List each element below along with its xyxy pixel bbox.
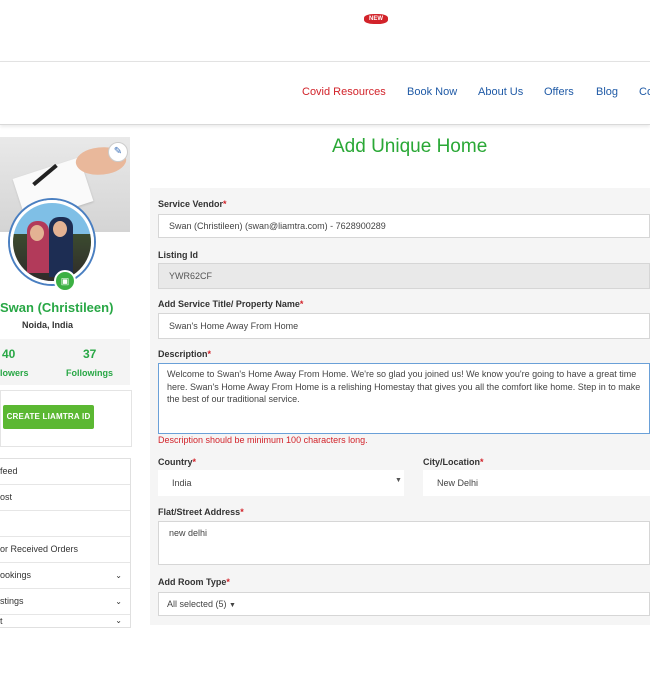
city-label: City/Location* [423,457,484,467]
sidebar-item-label: ost [0,492,13,502]
chevron-down-icon: ⌄ [115,597,122,606]
edit-icon[interactable]: ✎ [108,142,128,162]
new-badge: NEW [364,14,388,24]
chevron-down-icon: ▼ [395,477,402,484]
chevron-down-icon: ⌄ [115,616,122,625]
nav-offers[interactable]: Offers [544,86,574,98]
sidebar-item-received-orders[interactable]: or Received Orders [0,537,130,563]
listing-id-field: YWR62CF [158,263,650,289]
room-type-value: All selected (5) [167,599,227,609]
sidebar-item-label: feed [0,466,18,476]
sidebar-item-blank[interactable] [0,511,130,537]
nav-covid-resources[interactable]: Covid Resources [302,86,386,98]
followers-label[interactable]: lowers [0,368,29,378]
nav-book-now[interactable]: Book Now [407,86,457,98]
sidebar-item-label: stings [0,596,24,606]
nav-contact[interactable]: Co [639,86,650,98]
sidebar-item-feed[interactable]: feed [0,459,130,485]
sidebar-item-bookings[interactable]: ookings ⌄ [0,563,130,589]
profile-stats: 40 lowers 37 Followings [0,339,130,385]
city-input[interactable]: New Delhi [423,470,650,496]
chevron-down-icon: ⌄ [115,571,122,580]
sidebar-item-listings[interactable]: stings ⌄ [0,589,130,615]
service-title-input[interactable]: Swan's Home Away From Home [158,313,650,339]
country-label: Country* [158,457,197,467]
room-type-label: Add Room Type* [158,577,230,587]
followings-label[interactable]: Followings [66,368,113,378]
vendor-select[interactable]: Swan (Christileen) (swan@liamtra.com) - … [158,214,650,238]
top-navbar: Covid Resources Book Now About Us Offers… [0,61,650,125]
address-label: Flat/Street Address* [158,507,244,517]
room-type-select[interactable]: All selected (5) ▼ [158,592,650,616]
vendor-label: Service Vendor* [158,199,227,209]
description-textarea[interactable]: Welcome to Swan's Home Away From Home. W… [158,363,650,434]
address-textarea[interactable]: new delhi [158,521,650,565]
followings-count[interactable]: 37 [83,347,96,361]
sidebar-item-label: or Received Orders [0,544,79,554]
avatar [10,200,94,284]
sidebar-item-label: ookings [0,570,32,580]
sidebar-item-more[interactable]: t ⌄ [0,615,130,627]
service-title-label: Add Service Title/ Property Name* [158,299,304,309]
profile-name: Swan (Christileen) [0,300,114,315]
country-select[interactable]: India [158,470,404,496]
profile-location: Noida, India [22,320,74,330]
sidebar-menu: feed ost or Received Orders ookings ⌄ sti… [0,458,131,628]
caret-down-icon: ▼ [229,602,236,609]
listing-id-label: Listing Id [158,250,198,260]
description-error: Description should be minimum 100 charac… [158,435,368,445]
nav-about-us[interactable]: About Us [478,86,523,98]
followers-count[interactable]: 40 [2,347,15,361]
create-liamtra-id-button[interactable]: CREATE LIAMTRA ID [3,405,94,429]
camera-icon[interactable]: ▣ [54,270,76,292]
sidebar-item-label: t [0,616,3,626]
description-label: Description* [158,349,212,359]
page-title: Add Unique Home [332,136,488,157]
sidebar-item-post[interactable]: ost [0,485,130,511]
nav-blog[interactable]: Blog [596,86,618,98]
